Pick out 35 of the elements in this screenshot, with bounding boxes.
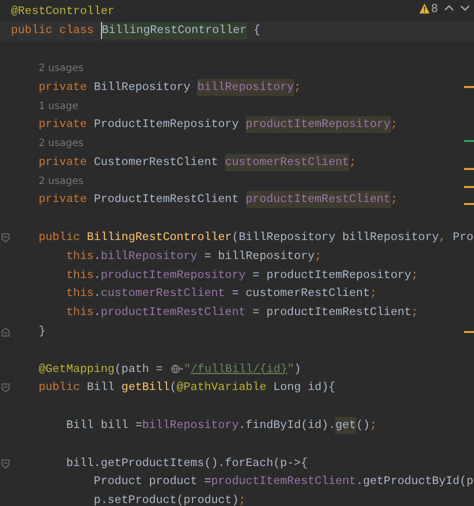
usage-hint[interactable]: 1 usage — [38, 100, 78, 112]
code-line: this.billRepository = billRepository; — [66, 248, 322, 265]
code-line: @GetMapping(path = "/fullBill/{id}") — [38, 362, 302, 378]
code-line: private BillRepository billRepository; — [38, 80, 301, 96]
code-line: } — [38, 324, 46, 340]
code-line: this.customerRestClient = customerRestClient; — [66, 286, 377, 302]
error-stripe-mark — [464, 140, 474, 142]
code-line: private ProductItemRestClient productItemRestClient; — [38, 192, 398, 208]
usage-hint[interactable]: 2 usages — [38, 138, 84, 150]
warning-icon[interactable] — [419, 2, 430, 14]
code-line: private ProductItemRepository productItemRepository; — [38, 117, 398, 134]
fold-icon[interactable] — [1, 458, 10, 469]
code-line: public class BillingRestController { — [11, 23, 260, 40]
code-line: private CustomerRestClient customerRestClient; — [38, 154, 356, 171]
code-line: public BillingRestController(BillRepository billRepository, Pro — [38, 230, 474, 246]
fold-icon[interactable] — [1, 326, 10, 337]
code-line: Bill bill =billRepository.findById(id).get(); — [66, 418, 377, 434]
code-line: Product product =productItemRestClient.getProductById(p — [94, 474, 474, 490]
code-line: bill.getProductItems().forEach(p->{ — [66, 456, 308, 472]
fold-icon[interactable] — [1, 232, 10, 243]
code-line: @RestController — [11, 4, 115, 20]
usage-hint[interactable]: 2 usages — [38, 63, 84, 74]
warning-count: 8 — [431, 2, 438, 14]
error-stripe-mark — [464, 86, 474, 88]
fold-icon[interactable] — [1, 383, 10, 394]
code-line: this.productItemRestClient = productItemRestClient; — [66, 305, 418, 322]
globe-icon[interactable] — [170, 364, 183, 374]
code-line: public Bill getBill(@PathVariable Long id){ — [38, 380, 336, 396]
code-line: p.setProduct(product); — [94, 493, 246, 506]
code-line: this.productItemRepository = productItemRepository; — [66, 268, 418, 284]
usage-hint[interactable]: 2 usages — [38, 176, 84, 188]
error-stripe-mark — [464, 186, 474, 188]
error-stripe-mark — [464, 203, 474, 205]
error-stripe-mark — [464, 168, 474, 170]
error-stripe-mark — [464, 331, 474, 333]
